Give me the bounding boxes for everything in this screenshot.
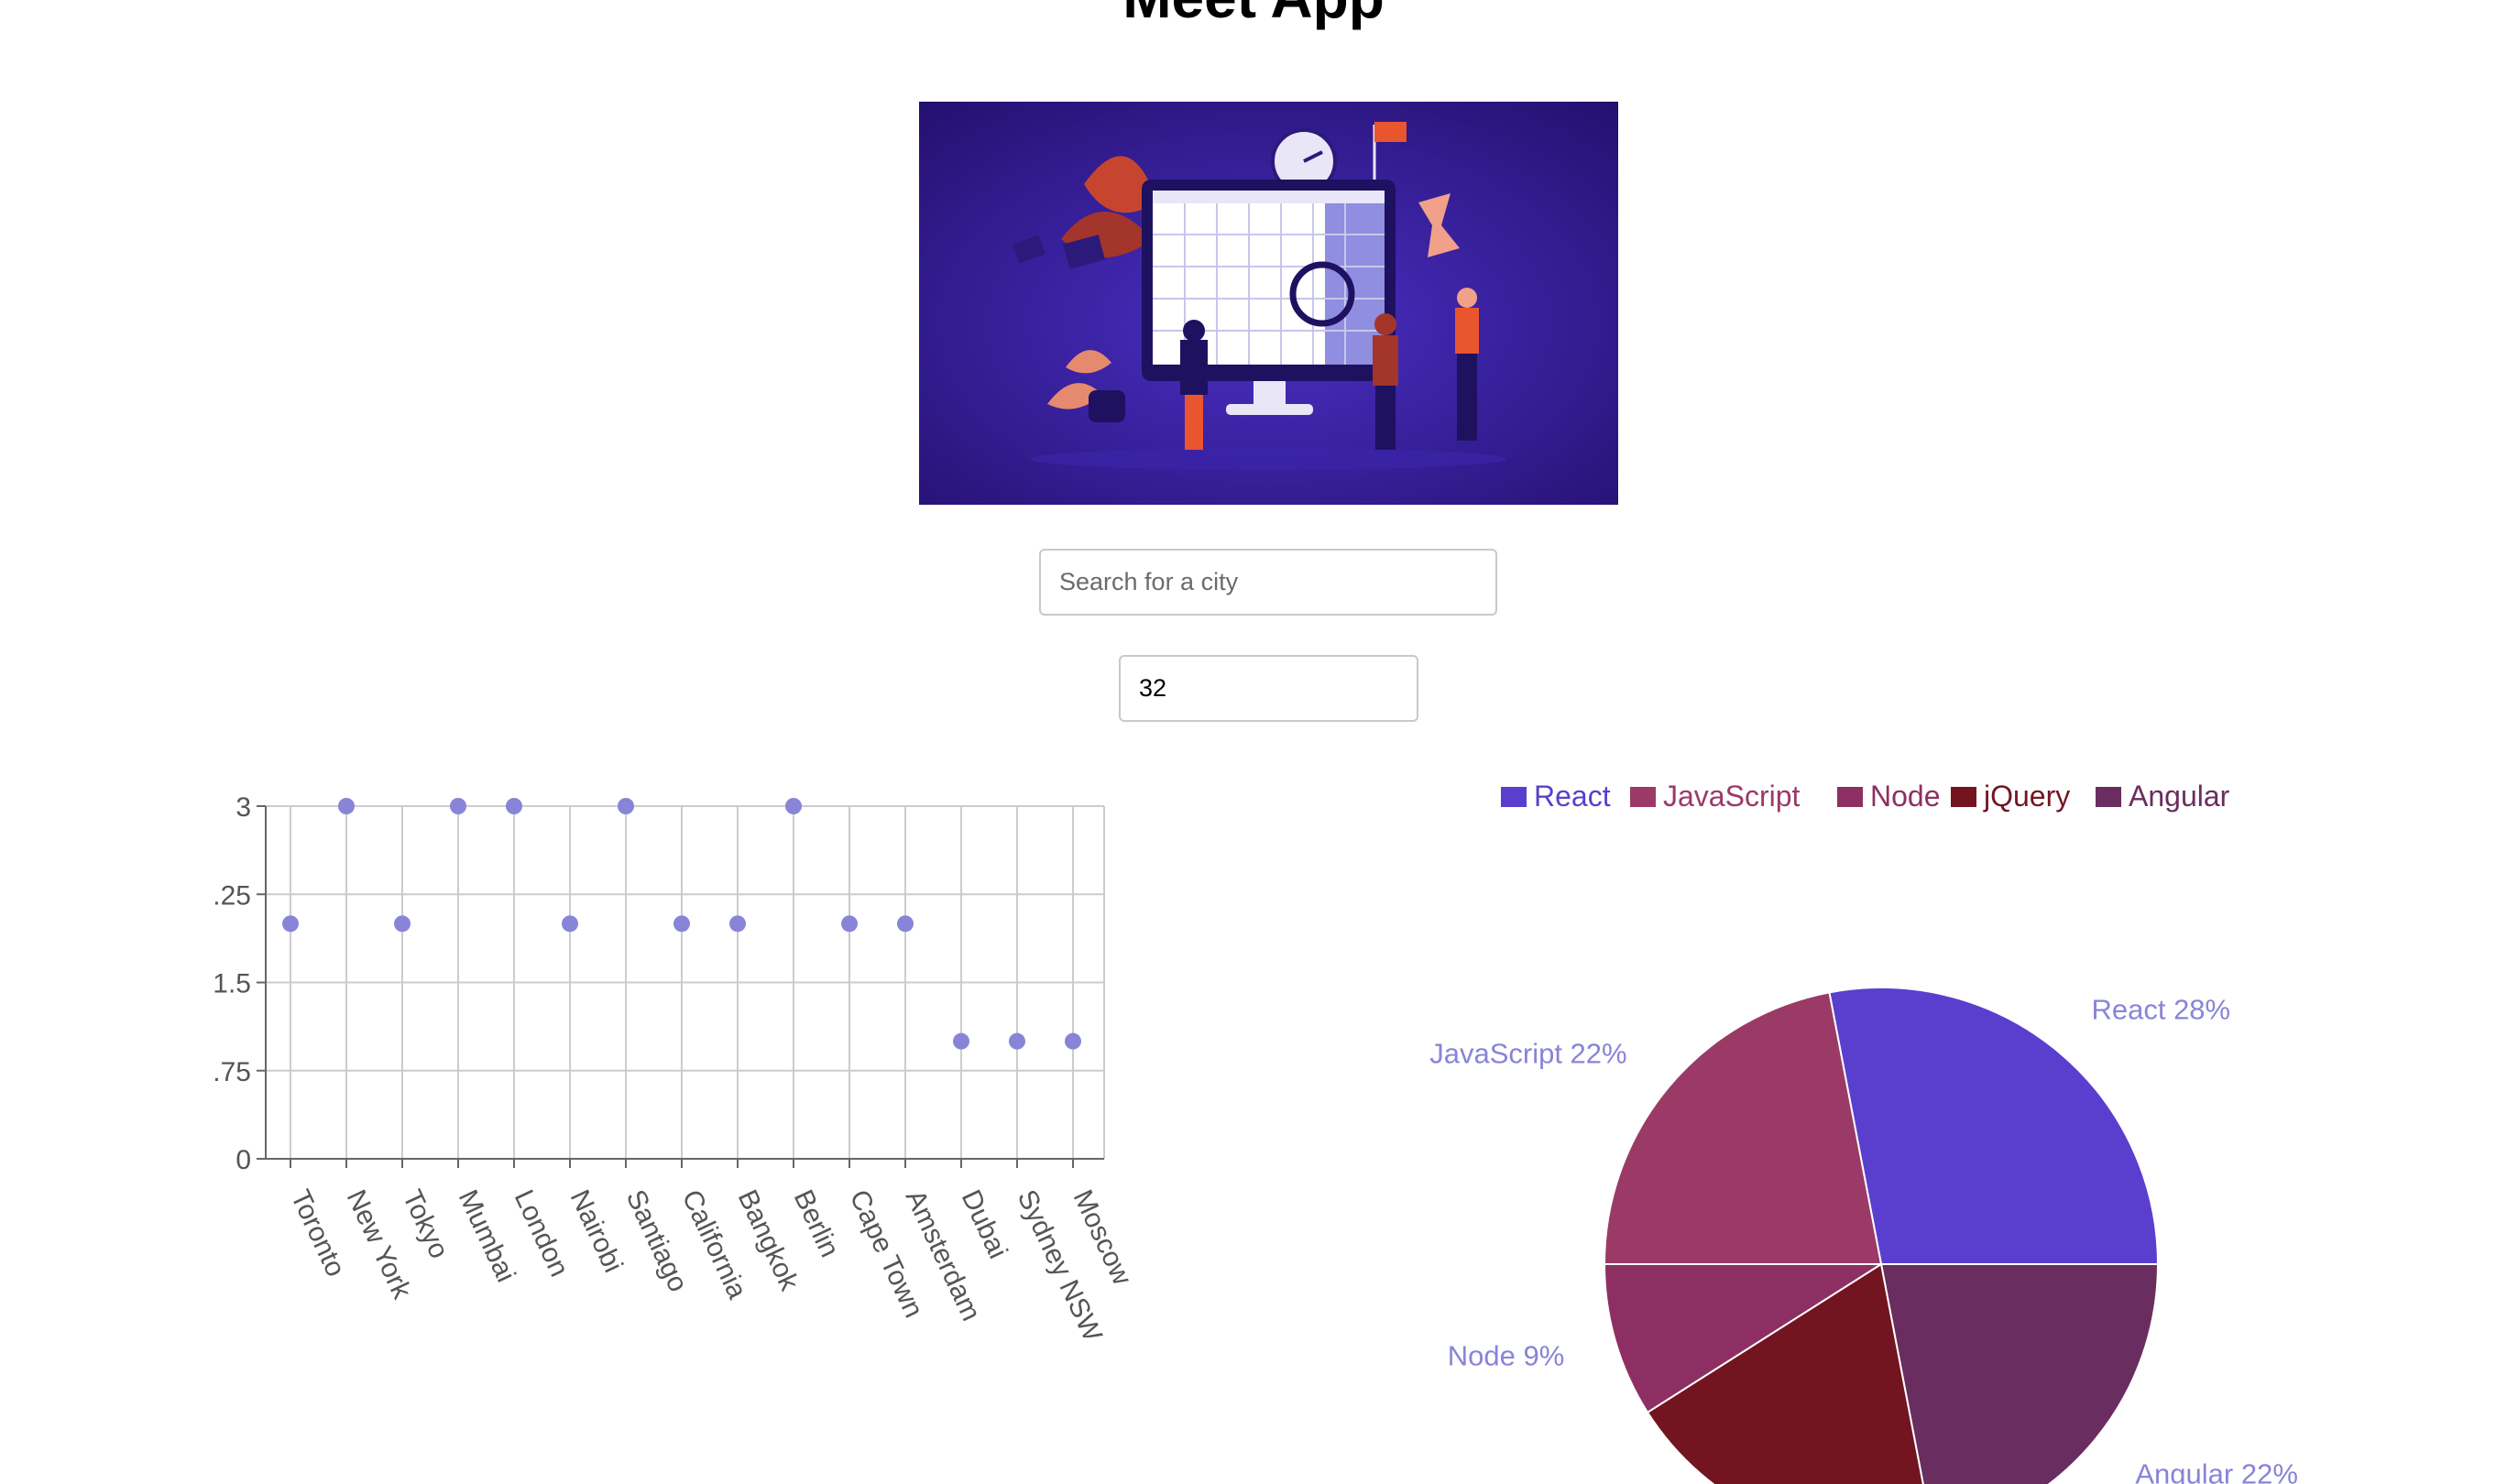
legend-label: Angular xyxy=(2129,780,2230,813)
scatter-point[interactable] xyxy=(1009,1032,1025,1050)
pie-slice-angular[interactable] xyxy=(1879,1263,2160,1484)
scatter-point[interactable] xyxy=(394,915,411,933)
legend-label: JavaScript xyxy=(1663,780,1801,813)
legend-swatch xyxy=(1630,787,1656,807)
scatter-point[interactable] xyxy=(785,798,802,814)
hero-illustration xyxy=(919,102,1618,505)
x-tick-label: Nairobi xyxy=(564,1185,629,1277)
scatter-point[interactable] xyxy=(338,798,355,814)
legend-item-react[interactable]: React xyxy=(1501,780,1611,813)
genre-pie-chart: React JavaScript Node jQuery Angular React 28… xyxy=(1429,780,2298,1484)
pie-slice-label: React 28% xyxy=(2091,994,2230,1026)
legend-swatch xyxy=(2096,787,2121,807)
scatter-point[interactable] xyxy=(618,798,634,814)
legend-label: Node xyxy=(1870,780,1941,813)
calendar-illustration-image xyxy=(919,102,1618,505)
y-tick-label: 3 xyxy=(235,792,251,823)
scatter-point[interactable] xyxy=(1065,1032,1081,1050)
x-tick-label: Dubai xyxy=(956,1185,1013,1263)
x-tick-label: Berlin xyxy=(788,1185,845,1261)
pie-slice-label: Node 9% xyxy=(1448,1339,1565,1371)
scatter-point[interactable] xyxy=(729,915,746,933)
y-tick-label: 0 xyxy=(235,1145,251,1175)
legend-label: jQuery xyxy=(1983,780,2070,813)
scatter-grid xyxy=(266,805,1105,1160)
scatter-point[interactable] xyxy=(450,798,466,814)
x-tick-label: Tokyo xyxy=(397,1185,454,1263)
legend-swatch xyxy=(1951,787,1976,807)
y-tick-label: 1.5 xyxy=(213,969,251,999)
scatter-point[interactable] xyxy=(841,915,858,933)
page-title: Meet App xyxy=(0,0,2507,31)
pie-slice-label: Angular 22% xyxy=(2135,1457,2298,1484)
legend-item-node[interactable]: Node xyxy=(1837,780,1941,813)
events-scatter-chart: 0.751.5.253TorontoNew YorkTokyoMumbaiLon… xyxy=(213,792,1137,1337)
x-tick-label: Toronto xyxy=(285,1185,351,1282)
scatter-point[interactable] xyxy=(953,1032,969,1050)
y-tick-label: .75 xyxy=(213,1057,251,1087)
legend-swatch xyxy=(1501,787,1527,807)
pie-slice-label: JavaScript 22% xyxy=(1429,1038,1626,1070)
pie-slice-react[interactable] xyxy=(1828,987,2160,1265)
scatter-point[interactable] xyxy=(506,798,522,814)
legend-item-jquery[interactable]: jQuery xyxy=(1951,780,2070,813)
legend-item-angular[interactable]: Angular xyxy=(2096,780,2230,813)
scatter-point[interactable] xyxy=(897,915,914,933)
y-tick-label: .25 xyxy=(213,880,251,911)
number-of-events-input[interactable] xyxy=(1119,655,1418,722)
scatter-point[interactable] xyxy=(673,915,690,933)
city-search-input[interactable] xyxy=(1039,549,1497,616)
legend-label: React xyxy=(1534,780,1611,813)
scatter-point[interactable] xyxy=(282,915,299,933)
legend-item-javascript[interactable]: JavaScript xyxy=(1630,780,1801,813)
pie-legend: React JavaScript Node jQuery Angular xyxy=(1501,780,2230,813)
legend-swatch xyxy=(1837,787,1863,807)
scatter-point[interactable] xyxy=(562,915,578,933)
